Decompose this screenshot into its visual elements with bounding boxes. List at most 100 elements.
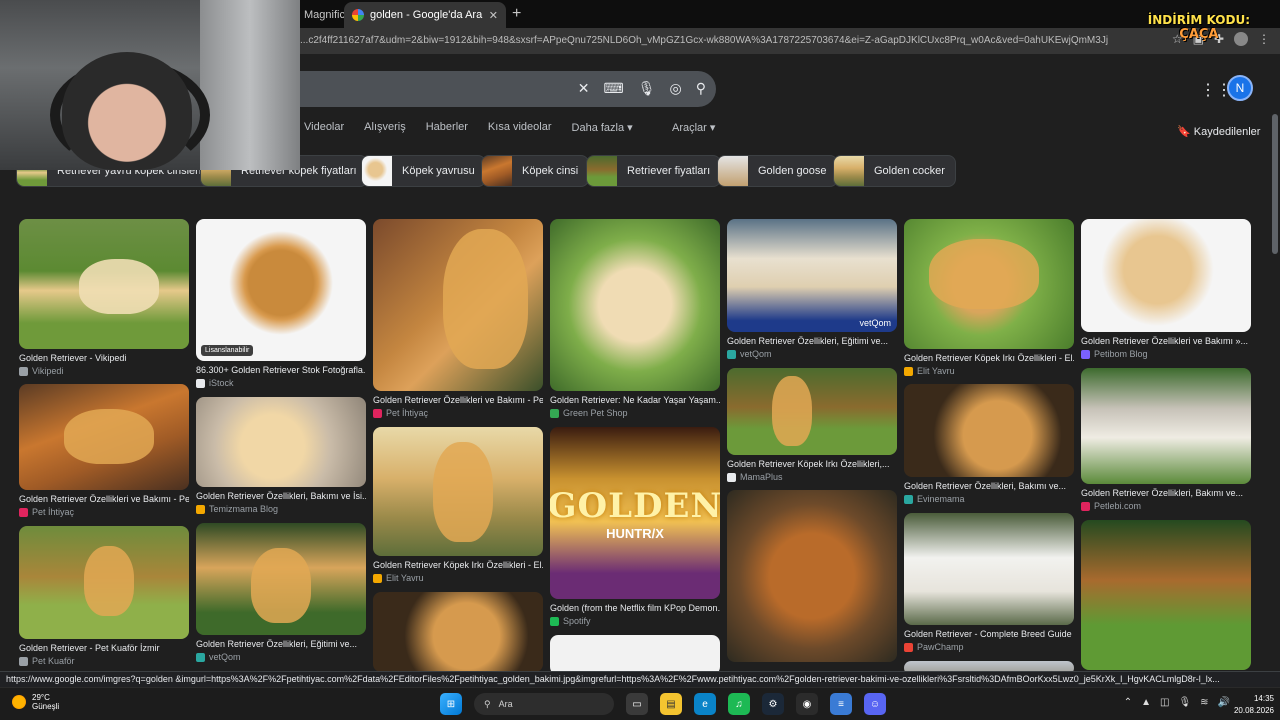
tab-short-videos[interactable]: Kısa videolar [488, 121, 552, 134]
result-image[interactable] [1081, 520, 1251, 670]
tab-magnific[interactable]: Magnific ✕ [296, 2, 354, 28]
result-title[interactable]: Golden Retriever - Complete Breed Guide … [904, 629, 1074, 639]
file-explorer-icon[interactable]: ▤ [660, 693, 682, 715]
avatar[interactable]: N [1227, 75, 1253, 101]
chip[interactable]: Golden cocker [833, 155, 956, 187]
result-title[interactable]: Golden Retriever Köpek Irkı Özellikleri,… [727, 459, 897, 469]
result-image[interactable] [19, 526, 189, 639]
menu-icon[interactable]: ⋮ [1258, 32, 1270, 46]
result-title[interactable]: Golden Retriever Özellikleri ve Bakımı -… [19, 494, 189, 504]
result-image[interactable] [373, 219, 543, 391]
result-image[interactable]: GOLDEN HUNTR/X [550, 427, 720, 599]
clock[interactable]: 14:35 20.08.2026 [1234, 693, 1274, 717]
tab-videos[interactable]: Videolar [304, 121, 344, 134]
spotify-icon[interactable]: ♫ [728, 693, 750, 715]
image-result[interactable]: Golden Retriever - Vikipedi Vikipedi [19, 219, 189, 376]
notepad-icon[interactable]: ≡ [830, 693, 852, 715]
edge-icon[interactable]: e [694, 693, 716, 715]
chevron-up-icon[interactable]: ⌃ [1124, 697, 1132, 708]
result-image[interactable] [904, 219, 1074, 349]
result-title[interactable]: Golden Retriever Köpek Irkı Özellikleri … [904, 353, 1074, 363]
result-image[interactable] [904, 384, 1074, 477]
image-result[interactable]: GOLDEN HUNTR/X Golden (from the Netflix … [550, 427, 720, 626]
image-result[interactable]: Golden Retriever Özellikleri, Eğitimi ve… [196, 523, 366, 662]
image-result[interactable]: Golden Retriever - Complete Breed Guide … [904, 513, 1074, 652]
lens-icon[interactable]: ◎ [670, 80, 682, 97]
image-result[interactable]: Lisanslanabilir 86.300+ Golden Retriever… [196, 219, 366, 388]
result-title[interactable]: Golden Retriever Özellikleri, Eğitimi ve… [196, 639, 366, 649]
chip[interactable]: Köpek yavrusu [361, 155, 486, 187]
result-title[interactable]: Golden Retriever Özellikleri, Bakımı ve … [196, 491, 366, 501]
result-image[interactable] [1081, 219, 1251, 332]
result-title[interactable]: Golden Retriever Özellikleri ve Bakımı -… [373, 395, 543, 405]
volume-icon[interactable]: 🔊 [1218, 697, 1230, 708]
image-result[interactable]: Golden Retriever Özellikleri ve Bakımı »… [1081, 219, 1251, 359]
microphone-icon[interactable]: 🎙 [638, 80, 656, 97]
result-image[interactable] [196, 397, 366, 487]
image-result[interactable]: Golden Retriever: Ne Kadar Yaşar Yaşam..… [550, 219, 720, 418]
result-title[interactable]: Golden Retriever Özellikleri, Bakımı ve.… [1081, 488, 1251, 498]
image-result[interactable]: Golden Retriever Özellikleri, Bakımı ve … [196, 397, 366, 514]
chip[interactable]: Köpek cinsi [481, 155, 590, 187]
image-result[interactable]: Golden Retriever Köpek Irkı Özellikleri,… [727, 368, 897, 482]
nvidia-icon[interactable]: ▲ [1141, 697, 1151, 708]
chrome-icon[interactable]: ◉ [796, 693, 818, 715]
close-icon[interactable]: ✕ [489, 9, 498, 22]
result-title[interactable]: 86.300+ Golden Retriever Stok Fotoğrafla… [196, 365, 366, 375]
image-result[interactable]: Golden Retriever Köpek Irkı Özellikleri … [904, 219, 1074, 376]
result-image[interactable] [727, 490, 897, 662]
network-icon[interactable]: ◫ [1160, 697, 1169, 708]
search-input[interactable]: ✕ ⌨ 🎙 ◎ ⚲ [298, 71, 716, 107]
result-title[interactable]: Golden Retriever Özellikleri, Bakımı ve.… [904, 481, 1074, 491]
image-result[interactable]: Golden Retriever Özellikleri, Bakımı ve.… [904, 384, 1074, 504]
image-result[interactable] [904, 661, 1074, 671]
result-image[interactable] [196, 523, 366, 635]
result-title[interactable]: Golden (from the Netflix film KPop Demon… [550, 603, 720, 613]
result-title[interactable]: Golden Retriever: Ne Kadar Yaşar Yaşam..… [550, 395, 720, 405]
image-result[interactable] [1081, 520, 1251, 670]
result-image[interactable] [550, 635, 720, 671]
image-result[interactable]: Golden Retriever Özellikleri, Bakımı ve.… [1081, 368, 1251, 511]
result-image[interactable] [19, 219, 189, 349]
image-result[interactable] [373, 592, 543, 671]
tab-shopping[interactable]: Alışveriş [364, 121, 406, 134]
result-title[interactable]: Golden Retriever - Vikipedi [19, 353, 189, 363]
scrollbar[interactable] [1272, 114, 1278, 254]
image-result[interactable]: Golden Retriever - Pet Kuaför İzmir Pet … [19, 526, 189, 666]
tab-news[interactable]: Haberler [426, 121, 468, 134]
result-image[interactable] [904, 661, 1074, 671]
taskbar-search[interactable]: ⚲ Ara [474, 693, 614, 715]
result-image[interactable]: Lisanslanabilir [196, 219, 366, 361]
tools-button[interactable]: Araçlar ▾ [672, 121, 715, 134]
windows-start-icon[interactable]: ⊞ [440, 693, 462, 715]
task-view-icon[interactable]: ▭ [626, 693, 648, 715]
result-image[interactable]: vetQom [727, 219, 897, 332]
result-title[interactable]: Golden Retriever Özellikleri ve Bakımı »… [1081, 336, 1251, 346]
result-image[interactable] [727, 368, 897, 455]
keyboard-icon[interactable]: ⌨ [604, 80, 624, 97]
weather-widget[interactable]: 29°C Güneşli [12, 693, 59, 711]
result-image[interactable] [1081, 368, 1251, 484]
saved-button[interactable]: 🔖 Kaydedilenler [1177, 125, 1260, 138]
image-result[interactable] [550, 635, 720, 671]
result-image[interactable] [373, 592, 543, 671]
clear-icon[interactable]: ✕ [578, 80, 590, 97]
search-icon[interactable]: ⚲ [696, 80, 706, 97]
microphone-icon[interactable]: 🎙 [1178, 697, 1191, 708]
url-field[interactable]: ...c2f4ff211627af7&udm=2&biw=1912&bih=94… [300, 32, 1108, 50]
discord-icon[interactable]: ☺ [864, 693, 886, 715]
result-image[interactable] [550, 219, 720, 391]
result-title[interactable]: Golden Retriever Köpek Irkı Özellikleri … [373, 560, 543, 570]
image-result[interactable] [727, 490, 897, 662]
new-tab-button[interactable]: + [512, 5, 521, 23]
result-title[interactable]: Golden Retriever - Pet Kuaför İzmir [19, 643, 189, 653]
tab-more[interactable]: Daha fazla ▾ [572, 121, 633, 134]
result-image[interactable] [904, 513, 1074, 625]
image-result[interactable]: Golden Retriever Köpek Irkı Özellikleri … [373, 427, 543, 583]
chip[interactable]: Golden goose [717, 155, 838, 187]
steam-icon[interactable]: ⚙ [762, 693, 784, 715]
tab-google-search[interactable]: golden - Google'da Ara ✕ [344, 2, 506, 28]
chip[interactable]: Retriever fiyatları [586, 155, 722, 187]
image-result[interactable]: Golden Retriever Özellikleri ve Bakımı -… [19, 384, 189, 517]
result-image[interactable] [19, 384, 189, 490]
